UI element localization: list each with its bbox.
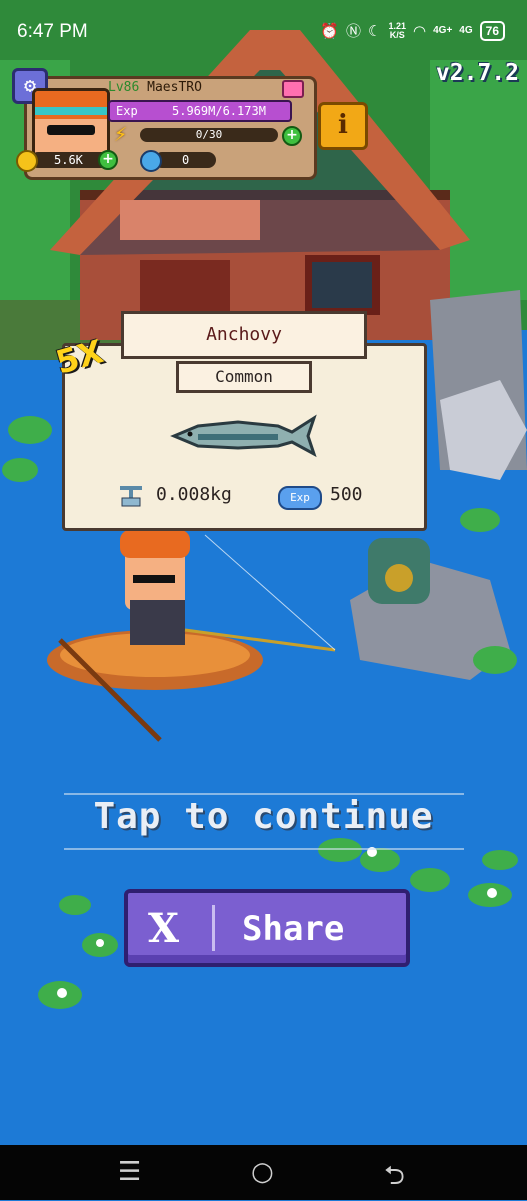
player-avatar[interactable] — [32, 88, 110, 162]
exp-bar-label: Exp — [116, 104, 138, 118]
energy-value: 0/30 — [140, 128, 278, 142]
status-time: 6:47 PM — [17, 21, 88, 42]
tap-to-continue-text[interactable]: Tap to continue — [0, 796, 527, 837]
energy-row: ⚡ 0/30 + — [108, 122, 302, 147]
energy-bolt-icon: ⚡ — [114, 122, 128, 147]
weight-scale-icon — [120, 486, 142, 507]
level-line: Lv86 MaesTRO — [108, 80, 202, 95]
mail-icon[interactable] — [282, 80, 304, 98]
add-energy-plus-icon[interactable]: + — [282, 126, 302, 146]
version-label: v2.7.2 — [435, 60, 519, 86]
share-button[interactable]: X Share — [124, 889, 410, 967]
moon-icon: ☾ — [368, 22, 382, 40]
signal-4g: 4G — [459, 25, 473, 36]
player-name: MaesTRO — [147, 80, 202, 95]
battery-icon: 76 — [479, 20, 505, 41]
player-level: Lv86 — [108, 80, 140, 95]
add-coins-plus-icon[interactable]: + — [98, 150, 118, 170]
exp-bar: Exp 5.969M/6.173M — [108, 100, 292, 122]
alarm-icon: ⏰ — [320, 22, 340, 40]
status-icons: ⏰ Ⓝ ☾ 1.21 K/S ◠ 4G+ 4G 76 — [320, 20, 505, 41]
tap-divider-bottom — [64, 848, 464, 850]
coin-icon — [16, 150, 38, 172]
x-logo-icon: X — [148, 905, 180, 952]
fish-rarity: Common — [176, 361, 312, 393]
system-nav-bar: ☰ ○ ⮌ — [0, 1145, 527, 1200]
nfc-icon: Ⓝ — [346, 23, 362, 40]
back-icon[interactable]: ⮌ — [384, 1157, 405, 1201]
avatar-headband — [35, 107, 107, 115]
home-icon[interactable]: ○ — [251, 1157, 274, 1187]
share-label: Share — [242, 909, 345, 949]
fish-weight: 0.008kg — [156, 484, 232, 505]
exp-reward: 500 — [330, 484, 363, 505]
net-speed-unit: K/S — [389, 29, 405, 40]
exp-bar-value: 5.969M/6.173M — [172, 104, 266, 118]
tap-divider-top — [64, 793, 464, 795]
gem-icon — [140, 150, 162, 172]
recents-icon[interactable]: ☰ — [118, 1157, 141, 1187]
net-speed: 1.21 K/S — [388, 21, 406, 40]
wifi-icon: ◠ — [413, 22, 427, 40]
anchovy-fish-icon — [170, 414, 317, 458]
status-bar: 6:47 PM ⏰ Ⓝ ☾ 1.21 K/S ◠ 4G+ 4G 76 — [0, 0, 527, 62]
share-divider — [212, 905, 215, 951]
signal-4g-plus: 4G+ — [433, 25, 453, 36]
exp-badge-icon: Exp — [278, 486, 322, 510]
avatar-sunglasses — [47, 125, 95, 135]
info-button[interactable]: i — [318, 102, 368, 150]
gem-amount: 0 — [154, 152, 216, 168]
fish-name: Anchovy — [121, 311, 367, 359]
